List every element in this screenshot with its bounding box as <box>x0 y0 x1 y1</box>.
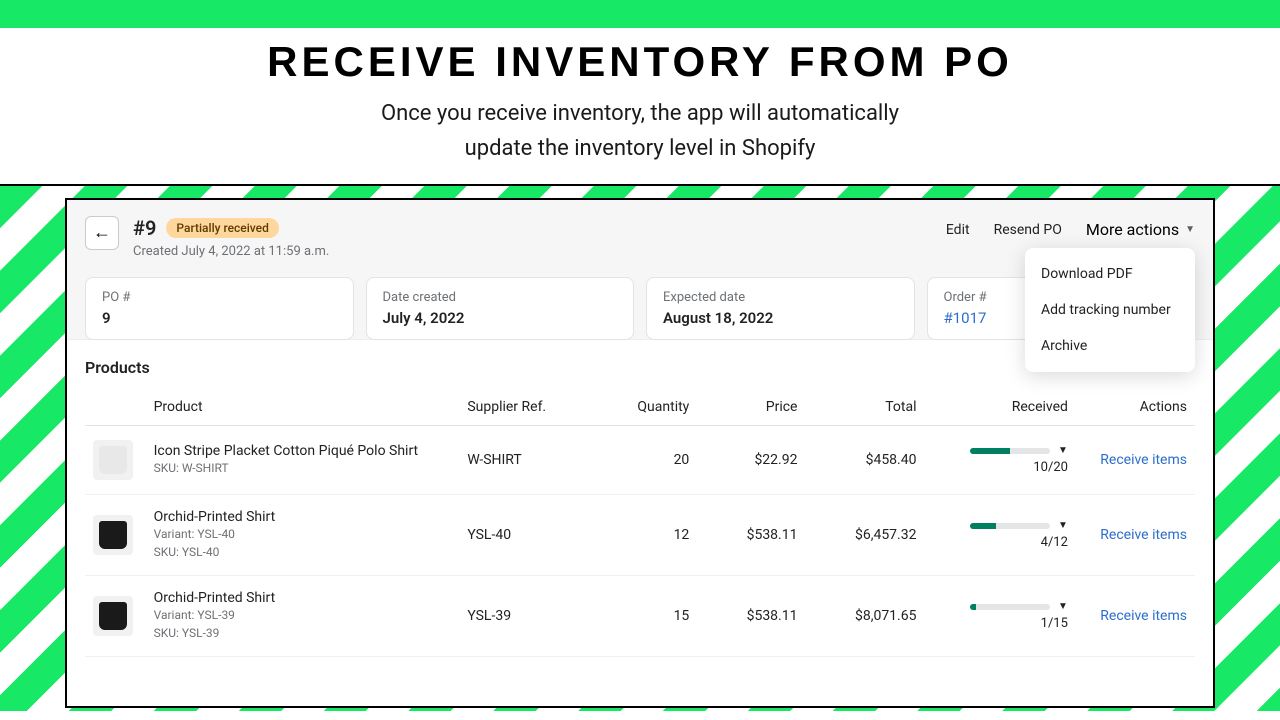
app-header-area: ← #9 Partially received Created July 4, … <box>67 200 1213 340</box>
page-subtitle-line2: update the inventory level in Shopify <box>20 131 1260 166</box>
total: $6,457.32 <box>805 495 924 576</box>
supplier-ref: W-SHIRT <box>459 426 610 495</box>
product-name: Orchid-Printed Shirt <box>154 590 452 606</box>
promo-header: RECEIVE INVENTORY FROM PO Once you recei… <box>0 28 1280 184</box>
col-total: Total <box>805 389 924 426</box>
price: $22.92 <box>697 426 805 495</box>
summary-label: Date created <box>383 290 618 305</box>
summary-value: 9 <box>102 309 337 327</box>
chevron-down-icon: ▼ <box>1185 224 1195 235</box>
product-variant: Variant: YSL-40 <box>154 525 452 543</box>
product-sku: SKU: W-SHIRT <box>154 459 452 477</box>
more-actions-label: More actions <box>1086 220 1179 239</box>
received-count: 1/15 <box>1041 616 1068 631</box>
product-sku: SKU: YSL-39 <box>154 624 452 642</box>
total: $8,071.65 <box>805 576 924 657</box>
table-row: Icon Stripe Placket Cotton Piqué Polo Sh… <box>85 426 1195 495</box>
received-progress <box>970 448 1050 454</box>
col-product: Product <box>146 389 460 426</box>
created-timestamp: Created July 4, 2022 at 11:59 a.m. <box>133 244 946 259</box>
page-title: RECEIVE INVENTORY FROM PO <box>20 38 1260 86</box>
products-table: Product Supplier Ref. Quantity Price Tot… <box>85 389 1195 657</box>
received-count: 10/20 <box>1033 460 1068 475</box>
summary-label: PO # <box>102 290 337 305</box>
stripe-background: ← #9 Partially received Created July 4, … <box>0 186 1280 711</box>
table-row: Orchid-Printed Shirt Variant: YSL-40 SKU… <box>85 495 1195 576</box>
summary-label: Expected date <box>663 290 898 305</box>
col-received: Received <box>924 389 1075 426</box>
supplier-ref: YSL-39 <box>459 576 610 657</box>
product-name: Icon Stripe Placket Cotton Piqué Polo Sh… <box>154 443 452 459</box>
dropdown-download-pdf[interactable]: Download PDF <box>1025 256 1195 292</box>
product-thumbnail <box>93 596 133 636</box>
chevron-down-icon[interactable]: ▼ <box>1058 601 1068 612</box>
receive-items-button[interactable]: Receive items <box>1100 452 1187 468</box>
dropdown-add-tracking[interactable]: Add tracking number <box>1025 292 1195 328</box>
product-variant: Variant: YSL-39 <box>154 606 452 624</box>
summary-value: August 18, 2022 <box>663 309 898 327</box>
chevron-down-icon[interactable]: ▼ <box>1058 520 1068 531</box>
edit-button[interactable]: Edit <box>946 222 970 238</box>
col-supplier-ref: Supplier Ref. <box>459 389 610 426</box>
receive-items-button[interactable]: Receive items <box>1100 608 1187 624</box>
received-progress <box>970 604 1050 610</box>
received-count: 4/12 <box>1041 535 1068 550</box>
product-thumbnail <box>93 515 133 555</box>
top-green-bar <box>0 0 1280 28</box>
more-actions-dropdown: Download PDF Add tracking number Archive <box>1025 248 1195 372</box>
arrow-left-icon: ← <box>93 224 111 242</box>
col-actions: Actions <box>1076 389 1195 426</box>
received-progress <box>970 523 1050 529</box>
summary-expected-date: Expected date August 18, 2022 <box>646 277 915 340</box>
status-badge: Partially received <box>166 218 278 238</box>
table-row: Orchid-Printed Shirt Variant: YSL-39 SKU… <box>85 576 1195 657</box>
price: $538.11 <box>697 576 805 657</box>
price: $538.11 <box>697 495 805 576</box>
product-name: Orchid-Printed Shirt <box>154 509 452 525</box>
resend-po-button[interactable]: Resend PO <box>994 222 1062 238</box>
product-sku: SKU: YSL-40 <box>154 543 452 561</box>
summary-date-created: Date created July 4, 2022 <box>366 277 635 340</box>
product-thumbnail <box>93 440 133 480</box>
back-button[interactable]: ← <box>85 216 119 250</box>
quantity: 12 <box>611 495 698 576</box>
receive-items-button[interactable]: Receive items <box>1100 527 1187 543</box>
dropdown-archive[interactable]: Archive <box>1025 328 1195 364</box>
products-section: Products Product Supplier Ref. Quantity … <box>67 340 1213 675</box>
po-number-title: #9 <box>133 216 156 240</box>
quantity: 20 <box>611 426 698 495</box>
summary-value: July 4, 2022 <box>383 309 618 327</box>
chevron-down-icon[interactable]: ▼ <box>1058 445 1068 456</box>
total: $458.40 <box>805 426 924 495</box>
app-window: ← #9 Partially received Created July 4, … <box>65 198 1215 708</box>
col-price: Price <box>697 389 805 426</box>
summary-po-number: PO # 9 <box>85 277 354 340</box>
col-quantity: Quantity <box>611 389 698 426</box>
supplier-ref: YSL-40 <box>459 495 610 576</box>
more-actions-button[interactable]: More actions ▼ Download PDF Add tracking… <box>1086 220 1195 239</box>
quantity: 15 <box>611 576 698 657</box>
page-subtitle-line1: Once you receive inventory, the app will… <box>20 96 1260 131</box>
